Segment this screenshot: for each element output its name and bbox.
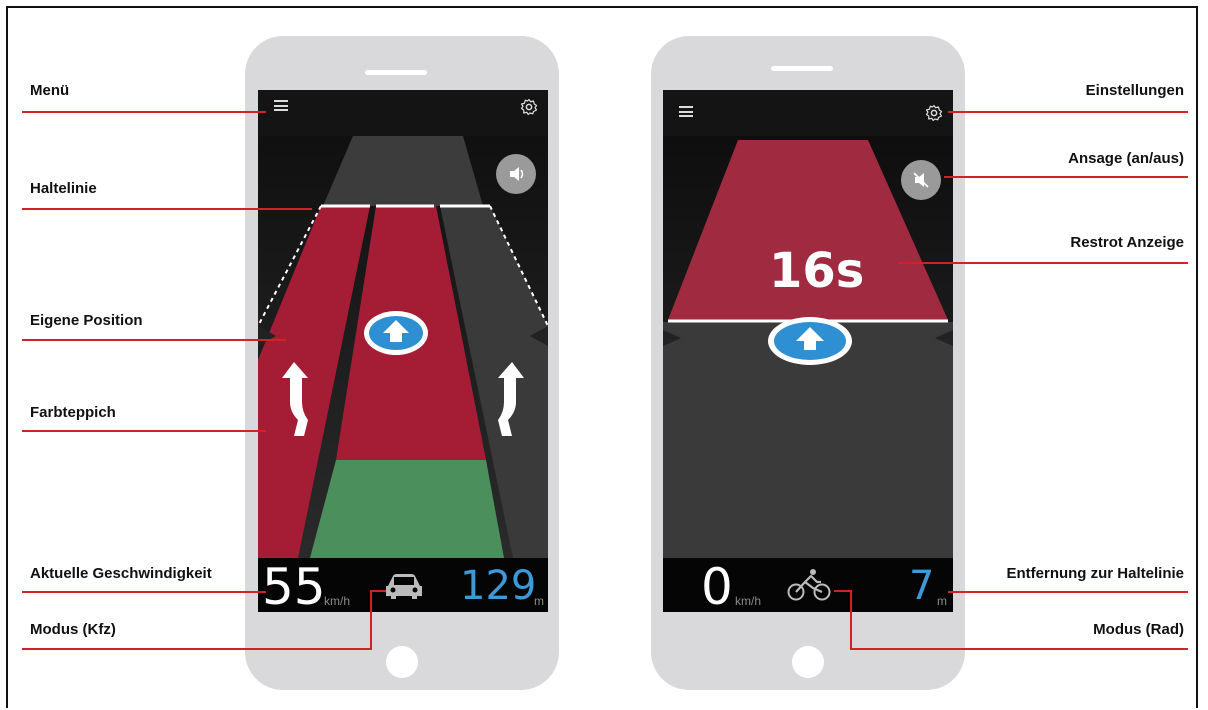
bike-screen: 16s 0 km/h 7 m	[663, 90, 953, 612]
callout-line-mode-bike-top	[834, 590, 852, 592]
settings-gear-icon[interactable]	[925, 104, 943, 122]
phone-speaker	[771, 66, 833, 71]
callout-line-remaining-red	[898, 262, 1188, 264]
home-button[interactable]	[386, 646, 418, 678]
label-current-speed: Aktuelle Geschwindigkeit	[30, 565, 212, 582]
callout-line-mode-bike-vertical	[850, 590, 852, 650]
label-settings: Einstellungen	[1085, 82, 1184, 99]
callout-line-settings	[948, 111, 1188, 113]
label-menu: Menü	[30, 82, 70, 99]
announcement-toggle[interactable]	[901, 160, 941, 200]
phone-bike: 16s 0 km/h 7 m	[651, 36, 965, 690]
label-remaining-red: Restrot Anzeige	[1070, 234, 1184, 251]
label-stop-line: Haltelinie	[30, 180, 97, 197]
callout-line-menu	[22, 111, 266, 113]
car-bottom-bar: 55 km/h 129 m	[258, 558, 548, 612]
menu-icon[interactable]	[679, 106, 693, 117]
callout-line-mode-car-top	[370, 590, 386, 592]
distance-unit: m	[534, 594, 544, 608]
car-icon	[386, 574, 422, 599]
callout-line-mode-bike	[850, 648, 1188, 650]
callout-line-current-speed	[22, 591, 266, 593]
label-distance: Entfernung zur Haltelinie	[1006, 565, 1184, 582]
speaker-muted-icon	[913, 172, 929, 188]
distance-unit: m	[937, 594, 947, 608]
phone-speaker	[365, 70, 427, 75]
callout-line-distance	[948, 591, 1188, 593]
callout-line-color-carpet	[22, 430, 266, 432]
settings-gear-icon[interactable]	[520, 98, 538, 116]
callout-line-mode-car	[22, 648, 372, 650]
bike-app-bar	[663, 90, 953, 136]
label-mode-car: Modus (Kfz)	[30, 621, 116, 638]
speed-unit: km/h	[735, 594, 762, 608]
car-screen: 55 km/h 129 m	[258, 90, 548, 612]
callout-line-mode-car-vertical	[370, 590, 372, 650]
own-position-marker	[768, 317, 852, 365]
label-own-position: Eigene Position	[30, 312, 143, 329]
remaining-red-countdown: 16s	[769, 243, 865, 299]
bike-bottom-bar: 0 km/h 7 m	[663, 558, 953, 612]
distance-value: 7	[909, 563, 935, 609]
speed-value: 55	[262, 558, 326, 612]
label-mode-bike: Modus (Rad)	[1093, 621, 1184, 638]
speed-value: 0	[701, 558, 733, 612]
diagram: 55 km/h 129 m 16s 0 km/h 7 m Menü Haltel…	[0, 0, 1208, 710]
own-position-marker	[364, 311, 428, 355]
label-announcement: Ansage (an/aus)	[1068, 150, 1184, 167]
home-button[interactable]	[792, 646, 824, 678]
callout-line-stop-line	[22, 208, 312, 210]
label-color-carpet: Farbteppich	[30, 404, 116, 421]
speed-unit: km/h	[324, 594, 351, 608]
announcement-toggle[interactable]	[496, 154, 536, 194]
bicycle-icon	[787, 569, 831, 601]
speaker-on-icon	[510, 167, 524, 181]
distance-value: 129	[460, 563, 537, 609]
car-app-bar	[258, 90, 548, 136]
callout-line-announcement	[944, 176, 1188, 178]
callout-line-own-position	[22, 339, 286, 341]
menu-icon[interactable]	[274, 100, 288, 111]
lane-middle-green	[310, 460, 504, 558]
phone-car: 55 km/h 129 m	[245, 36, 559, 690]
